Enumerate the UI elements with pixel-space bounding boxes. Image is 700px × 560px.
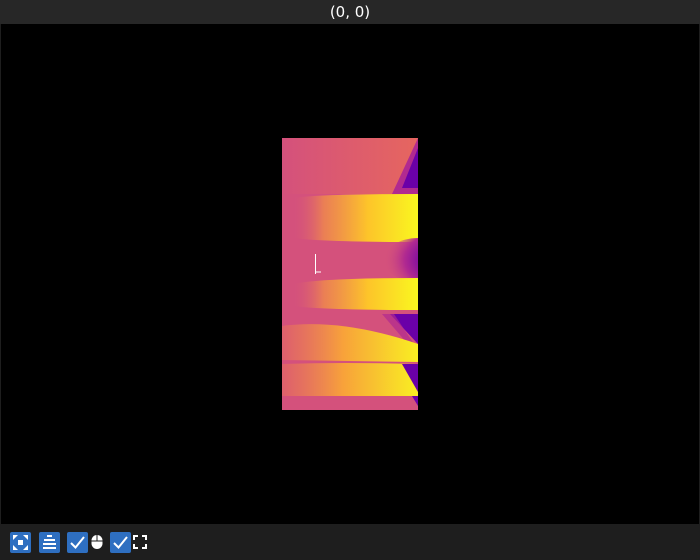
checkbox-checked-icon (70, 536, 85, 549)
text-cursor-icon (315, 254, 321, 274)
checkbox-checked-icon (113, 536, 128, 549)
fullscreen-icon[interactable] (133, 535, 147, 549)
image-canvas[interactable] (1, 24, 699, 524)
crosshair-button[interactable] (10, 532, 31, 553)
window-title: (0, 0) (0, 0, 700, 24)
bottom-toolbar (0, 524, 700, 560)
align-center-icon (43, 535, 56, 549)
crosshair-icon (13, 535, 28, 550)
colormap-image[interactable] (282, 138, 418, 410)
fullscreen-checkbox[interactable] (110, 532, 131, 553)
viewer-window: (0, 0) (0, 0, 700, 560)
mouse-icon[interactable] (90, 534, 104, 550)
mouse-checkbox[interactable] (67, 532, 88, 553)
align-center-button[interactable] (39, 532, 60, 553)
